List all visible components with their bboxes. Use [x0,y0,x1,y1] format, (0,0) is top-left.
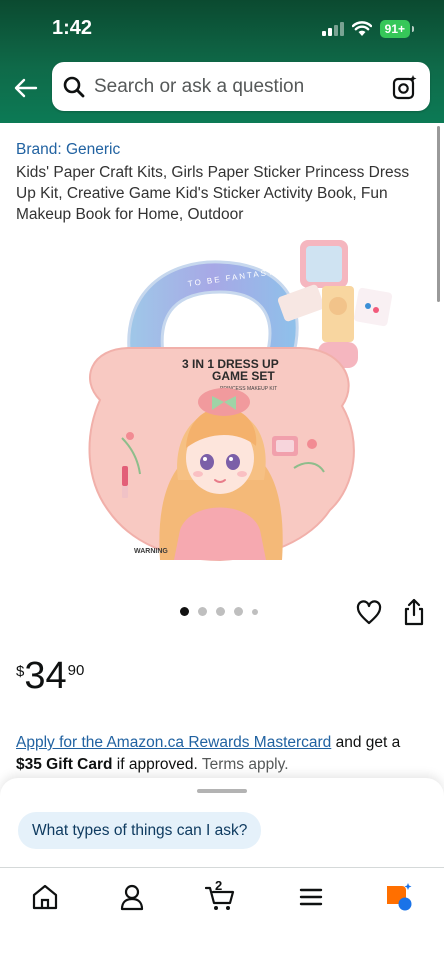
status-icons: 91+ [321,20,415,38]
back-arrow-icon[interactable] [12,74,40,102]
purse-body: 3 IN 1 DRESS UP GAME SET PRINCESS MAKEUP… [88,347,355,562]
image-carousel-dots [180,607,258,616]
camera-lens-icon[interactable] [392,74,418,100]
search-bar[interactable] [52,62,430,111]
profile-icon [120,884,144,911]
price: $ 34 90 [16,656,84,696]
warning-label: WARNING [134,548,168,555]
price-currency: $ [16,663,25,680]
terms-text: Terms apply. [197,756,289,773]
product-title: Kids' Paper Craft Kits, Girls Paper Stic… [16,164,410,223]
nav-rufus[interactable] [384,882,414,912]
status-bar: 1:42 91+ [0,0,444,58]
purse-handle: TO BE FANTASY [127,260,299,362]
carousel-dot[interactable] [216,607,225,616]
rewards-card-link[interactable]: Apply for the Amazon.ca Rewards Masterca… [16,734,331,751]
heart-icon[interactable] [356,600,382,626]
cart-count-badge: 2 [215,878,223,893]
rufus-sheet: What types of things can I ask? [0,778,444,868]
search-input[interactable] [94,75,392,98]
credit-card-promo: Apply for the Amazon.ca Rewards Masterca… [16,732,428,776]
price-fraction: 90 [67,662,85,679]
share-icon[interactable] [402,598,426,626]
carousel-dot[interactable] [180,607,189,616]
nav-profile[interactable] [117,882,147,912]
brand-link[interactable]: Brand: Generic [16,141,120,159]
nav-menu[interactable] [296,882,326,912]
battery-indicator: 91+ [379,20,415,38]
header: 1:42 91+ [0,0,444,123]
rufus-icon [387,883,412,911]
carousel-dot[interactable] [252,608,258,615]
price-whole: 34 [24,655,67,697]
nav-home[interactable] [30,882,60,912]
promo-condition: if approved. [112,756,198,773]
scroll-indicator [437,126,440,302]
rufus-suggestion-chip[interactable]: What types of things can I ask? [18,812,262,849]
signal-icon [321,22,344,36]
box-title-line2: GAME SET [212,369,275,383]
carousel-dot[interactable] [234,607,243,616]
menu-icon [299,888,323,906]
search-icon[interactable] [62,75,86,99]
gift-card-text: $35 Gift Card [16,756,113,773]
bottom-nav: 2 [0,867,444,960]
carousel-dot[interactable] [198,607,207,616]
promo-text: and get a [331,734,401,751]
nav-cart[interactable]: 2 [204,878,235,912]
product-image[interactable]: TO BE FANTASY 3 IN 1 DRESS UP GAME SET P… [60,230,400,570]
wifi-icon [351,21,372,36]
sheet-drag-handle[interactable] [197,789,247,793]
home-icon [32,884,58,910]
status-time: 1:42 [52,17,93,39]
